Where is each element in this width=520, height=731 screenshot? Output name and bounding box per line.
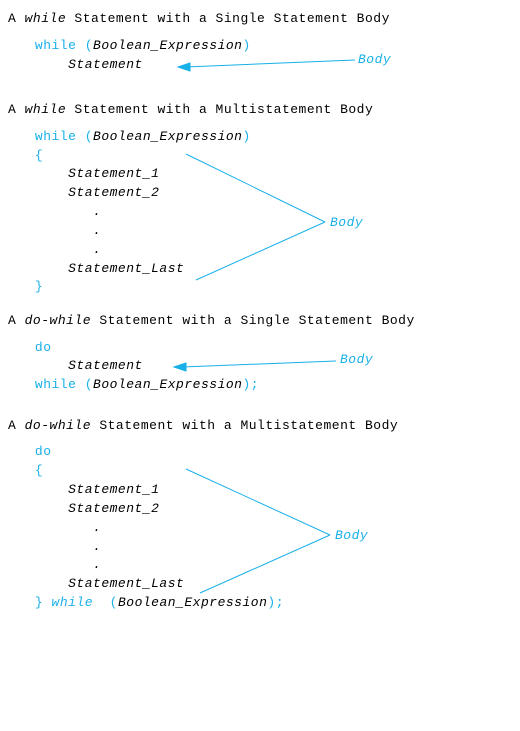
- statement-last: Statement_Last: [68, 576, 184, 591]
- boolean-expression: Boolean_Expression: [93, 377, 242, 392]
- section1-heading: A while Statement with a Single Statemen…: [8, 10, 516, 29]
- annotation-body: Body: [335, 527, 368, 546]
- text: Statement with a Single Statement Body: [91, 313, 415, 328]
- dot: .: [93, 223, 101, 238]
- text: A: [8, 313, 25, 328]
- paren-close-semi: );: [242, 377, 259, 392]
- dot: .: [93, 557, 101, 572]
- paren-close-semi: );: [267, 595, 284, 610]
- text: A: [8, 11, 25, 26]
- keyword-while: while: [52, 595, 94, 610]
- code-block: do { Statement_1 Statement_2 . . . State…: [10, 443, 516, 613]
- keyword-while-heading: while: [25, 11, 67, 26]
- code-block: while (Boolean_Expression) { Statement_1…: [10, 128, 516, 298]
- dot: .: [93, 204, 101, 219]
- statement: Statement: [68, 358, 143, 373]
- text: A: [8, 102, 25, 117]
- page: A while Statement with a Single Statemen…: [0, 0, 520, 637]
- statement-2: Statement_2: [68, 185, 159, 200]
- dot: .: [93, 520, 101, 535]
- code-block: do Statement while (Boolean_Expression);: [10, 339, 516, 396]
- paren-close: ): [242, 129, 250, 144]
- dot: .: [93, 539, 101, 554]
- statement-last: Statement_Last: [68, 261, 184, 276]
- section4-code: do { Statement_1 Statement_2 . . . State…: [10, 443, 516, 615]
- text: Statement with a Multistatement Body: [91, 418, 398, 433]
- text: Statement with a Multistatement Body: [66, 102, 373, 117]
- paren-open: (: [85, 377, 93, 392]
- statement-2: Statement_2: [68, 501, 159, 516]
- paren-open: (: [85, 38, 93, 53]
- statement-1: Statement_1: [68, 166, 159, 181]
- text: Statement with a Single Statement Body: [66, 11, 390, 26]
- keyword-while: while: [35, 377, 77, 392]
- brace-open: {: [35, 148, 43, 163]
- keyword-do-while-heading: do-while: [25, 313, 91, 328]
- dot: .: [93, 242, 101, 257]
- section2-heading: A while Statement with a Multistatement …: [8, 101, 516, 120]
- boolean-expression: Boolean_Expression: [93, 129, 242, 144]
- statement-1: Statement_1: [68, 482, 159, 497]
- code-block: while (Boolean_Expression) Statement: [10, 37, 516, 75]
- annotation-body: Body: [358, 51, 391, 70]
- paren-open: (: [110, 595, 118, 610]
- boolean-expression: Boolean_Expression: [118, 595, 267, 610]
- section2-code: while (Boolean_Expression) { Statement_1…: [10, 128, 516, 296]
- paren-open: (: [85, 129, 93, 144]
- boolean-expression: Boolean_Expression: [93, 38, 242, 53]
- statement: Statement: [68, 57, 143, 72]
- section3-code: do Statement while (Boolean_Expression);…: [10, 339, 516, 401]
- annotation-body: Body: [330, 214, 363, 233]
- section4-heading: A do-while Statement with a Multistateme…: [8, 417, 516, 436]
- brace-close: }: [35, 595, 43, 610]
- section3-heading: A do-while Statement with a Single State…: [8, 312, 516, 331]
- keyword-while: while: [35, 38, 77, 53]
- brace-close: }: [35, 279, 43, 294]
- annotation-body: Body: [340, 351, 373, 370]
- keyword-do: do: [35, 340, 52, 355]
- keyword-do-while-heading: do-while: [25, 418, 91, 433]
- brace-open: {: [35, 463, 43, 478]
- keyword-do: do: [35, 444, 52, 459]
- keyword-while-heading: while: [25, 102, 67, 117]
- section1-code: while (Boolean_Expression) Statement Bod…: [10, 37, 516, 85]
- paren-close: ): [242, 38, 250, 53]
- text: A: [8, 418, 25, 433]
- keyword-while: while: [35, 129, 77, 144]
